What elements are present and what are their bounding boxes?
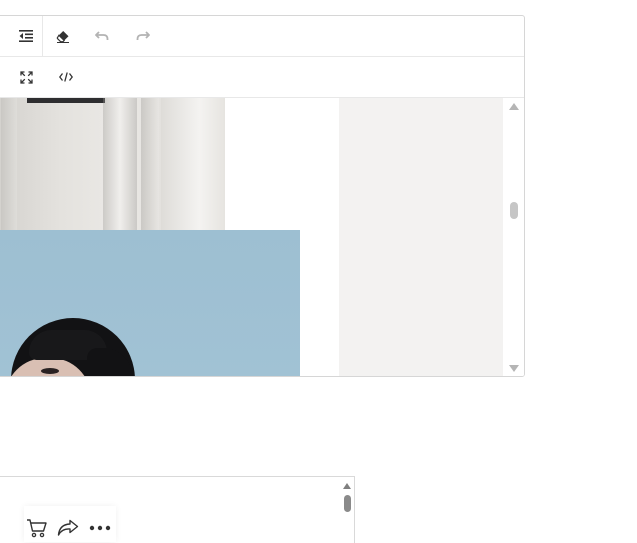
editor-scrollbar[interactable] (503, 98, 524, 376)
product-action-bar (24, 506, 116, 542)
page (0, 0, 637, 543)
undo-icon (95, 31, 109, 40)
outdent-button[interactable] (11, 21, 41, 51)
product-photo-white-shirt (0, 98, 225, 230)
redo-button[interactable] (128, 21, 158, 51)
source-code-icon (59, 72, 73, 82)
outdent-icon (19, 30, 33, 42)
content-side-panel (339, 98, 503, 376)
fullscreen-button[interactable] (11, 62, 41, 92)
source-code-button[interactable] (51, 62, 81, 92)
scroll-up-arrow-icon[interactable] (509, 103, 519, 110)
add-to-cart-button[interactable] (24, 515, 50, 541)
clear-format-icon (56, 30, 69, 43)
panel-scroll-thumb[interactable] (344, 495, 351, 512)
toolbar-row-primary (0, 16, 524, 57)
clear-format-button[interactable] (48, 21, 78, 51)
more-options-button[interactable] (87, 515, 113, 541)
cart-icon (27, 519, 47, 538)
rich-text-editor (0, 15, 525, 377)
product-photo-model (0, 230, 300, 376)
scroll-thumb[interactable] (510, 202, 518, 219)
toolbar-separator (42, 16, 43, 56)
more-icon (89, 525, 111, 531)
redo-icon (136, 31, 150, 40)
toolbar-row-secondary (0, 57, 524, 98)
scroll-down-arrow-icon[interactable] (509, 365, 519, 372)
panel-scroll-up-arrow-icon[interactable] (343, 483, 351, 489)
editor-content-area[interactable] (0, 98, 524, 376)
share-icon (57, 519, 79, 536)
share-button[interactable] (55, 515, 81, 541)
fullscreen-icon (19, 70, 33, 84)
undo-button[interactable] (87, 21, 117, 51)
